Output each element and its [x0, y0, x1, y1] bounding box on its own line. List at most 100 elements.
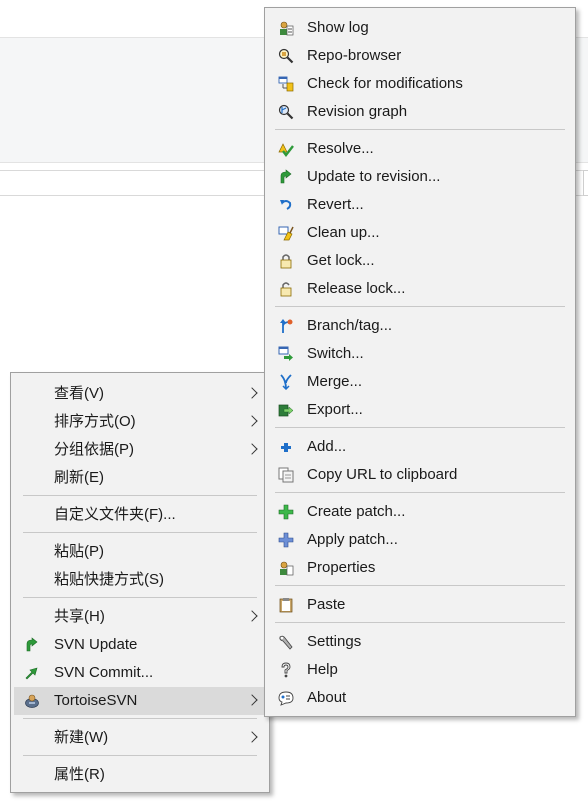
- submenu-arrow-icon: [246, 387, 258, 399]
- menu-item-repo-browser-label: Repo-browser: [307, 47, 402, 64]
- menu-item-clean-up-label: Clean up...: [307, 224, 380, 241]
- menu-separator: [275, 492, 565, 493]
- menu-item-properties[interactable]: 属性(R): [14, 761, 266, 789]
- menu-item-branch-tag[interactable]: Branch/tag...: [268, 312, 572, 340]
- revision-graph-icon: [278, 104, 294, 120]
- submenu-arrow-icon: [246, 731, 258, 743]
- svn-update-icon: [26, 637, 38, 652]
- update-to-revision-icon: [280, 169, 292, 184]
- menu-item-settings[interactable]: Settings: [268, 628, 572, 656]
- resolve-icon: [278, 143, 294, 157]
- menu-item-properties-label: 属性(R): [54, 766, 105, 783]
- menu-item-resolve-label: Resolve...: [307, 140, 374, 157]
- menu-separator: [23, 597, 257, 598]
- menu-item-apply-patch-label: Apply patch...: [307, 531, 398, 548]
- menu-item-repo-browser[interactable]: Repo-browser: [268, 42, 572, 70]
- menu-item-new-label: 新建(W): [54, 729, 109, 746]
- menu-item-merge[interactable]: Merge...: [268, 368, 572, 396]
- menu-item-switch[interactable]: Switch...: [268, 340, 572, 368]
- export-icon: [278, 404, 294, 417]
- create-patch-icon: [278, 504, 294, 520]
- settings-icon: [279, 635, 293, 650]
- menu-item-clean-up[interactable]: Clean up...: [268, 219, 572, 247]
- menu-item-properties-label: Properties: [307, 559, 376, 576]
- menu-item-resolve[interactable]: Resolve...: [268, 135, 572, 163]
- menu-item-svn-commit[interactable]: SVN Commit...: [14, 659, 266, 687]
- menu-item-update-to-revision[interactable]: Update to revision...: [268, 163, 572, 191]
- menu-item-paste[interactable]: 粘贴(P): [14, 538, 266, 566]
- menu-item-export-label: Export...: [307, 401, 363, 418]
- menu-item-export[interactable]: Export...: [268, 396, 572, 424]
- menu-item-group-by[interactable]: 分组依据(P): [14, 436, 266, 464]
- menu-separator: [23, 495, 257, 496]
- menu-item-release-lock[interactable]: Release lock...: [268, 275, 572, 303]
- menu-item-refresh[interactable]: 刷新(E): [14, 464, 266, 492]
- menu-item-revision-graph[interactable]: Revision graph: [268, 98, 572, 126]
- menu-item-get-lock-label: Get lock...: [307, 252, 375, 269]
- menu-item-create-patch[interactable]: Create patch...: [268, 498, 572, 526]
- menu-item-paste-label: Paste: [307, 596, 346, 613]
- svn-commit-icon: [25, 667, 38, 680]
- tortoisesvn-icon: [25, 694, 39, 708]
- unlock-icon: [280, 282, 292, 297]
- menu-item-paste[interactable]: Paste: [268, 591, 572, 619]
- menu-item-sort-by[interactable]: 排序方式(O): [14, 408, 266, 436]
- menu-item-check-modifications-label: Check for modifications: [307, 75, 463, 92]
- menu-item-switch-label: Switch...: [307, 345, 364, 362]
- switch-icon: [278, 346, 293, 361]
- menu-item-paste-shortcut-label: 粘贴快捷方式(S): [54, 571, 164, 588]
- menu-item-revert-label: Revert...: [307, 196, 364, 213]
- menu-item-customize-folder-label: 自定义文件夹(F)...: [54, 506, 176, 523]
- menu-item-paste-shortcut[interactable]: 粘贴快捷方式(S): [14, 566, 266, 594]
- check-modifications-icon: [278, 76, 294, 92]
- menu-item-share[interactable]: 共享(H): [14, 603, 266, 631]
- show-log-icon: [280, 21, 294, 36]
- menu-separator: [275, 306, 565, 307]
- menu-item-show-log[interactable]: Show log: [268, 14, 572, 42]
- menu-separator: [275, 622, 565, 623]
- submenu-arrow-icon: [246, 443, 258, 455]
- lock-icon: [280, 254, 292, 269]
- menu-item-group-by-label: 分组依据(P): [54, 441, 134, 458]
- menu-separator: [275, 129, 565, 130]
- menu-item-release-lock-label: Release lock...: [307, 280, 406, 297]
- menu-item-show-log-label: Show log: [307, 19, 369, 36]
- menu-item-help[interactable]: Help: [268, 656, 572, 684]
- menu-item-share-label: 共享(H): [54, 608, 105, 625]
- menu-item-svn-update-label: SVN Update: [54, 636, 138, 653]
- explorer-context-menu: 查看(V) 排序方式(O) 分组依据(P) 刷新(E) 自定义文件夹(F)...…: [10, 372, 270, 793]
- menu-item-about[interactable]: About: [268, 684, 572, 712]
- branch-tag-icon: [280, 319, 293, 333]
- menu-item-revision-graph-label: Revision graph: [307, 103, 408, 120]
- menu-item-copy-url-label: Copy URL to clipboard: [307, 466, 458, 483]
- clean-up-icon: [278, 226, 294, 241]
- menu-item-check-modifications[interactable]: Check for modifications: [268, 70, 572, 98]
- menu-item-get-lock[interactable]: Get lock...: [268, 247, 572, 275]
- menu-separator: [23, 755, 257, 756]
- menu-item-branch-tag-label: Branch/tag...: [307, 317, 393, 334]
- menu-item-add[interactable]: Add...: [268, 433, 572, 461]
- menu-item-view[interactable]: 查看(V): [14, 380, 266, 408]
- menu-item-about-label: About: [307, 689, 347, 706]
- revert-icon: [280, 200, 292, 210]
- menu-item-properties[interactable]: Properties: [268, 554, 572, 582]
- menu-item-settings-label: Settings: [307, 633, 362, 650]
- submenu-arrow-icon: [246, 610, 258, 622]
- menu-separator: [23, 532, 257, 533]
- menu-item-new[interactable]: 新建(W): [14, 724, 266, 752]
- apply-patch-icon: [278, 532, 294, 548]
- menu-item-customize-folder[interactable]: 自定义文件夹(F)...: [14, 501, 266, 529]
- menu-item-copy-url[interactable]: Copy URL to clipboard: [268, 461, 572, 489]
- menu-item-svn-update[interactable]: SVN Update: [14, 631, 266, 659]
- submenu-arrow-icon: [246, 415, 258, 427]
- clipboard-icon: [279, 598, 293, 613]
- menu-item-help-label: Help: [307, 661, 338, 678]
- menu-item-apply-patch[interactable]: Apply patch...: [268, 526, 572, 554]
- menu-item-tortoisesvn[interactable]: TortoiseSVN: [14, 687, 266, 715]
- menu-item-sort-by-label: 排序方式(O): [54, 413, 136, 430]
- menu-item-add-label: Add...: [307, 438, 347, 455]
- properties-icon: [280, 561, 294, 576]
- explorer-search-box-edge: [583, 170, 588, 196]
- menu-item-revert[interactable]: Revert...: [268, 191, 572, 219]
- menu-item-merge-label: Merge...: [307, 373, 363, 390]
